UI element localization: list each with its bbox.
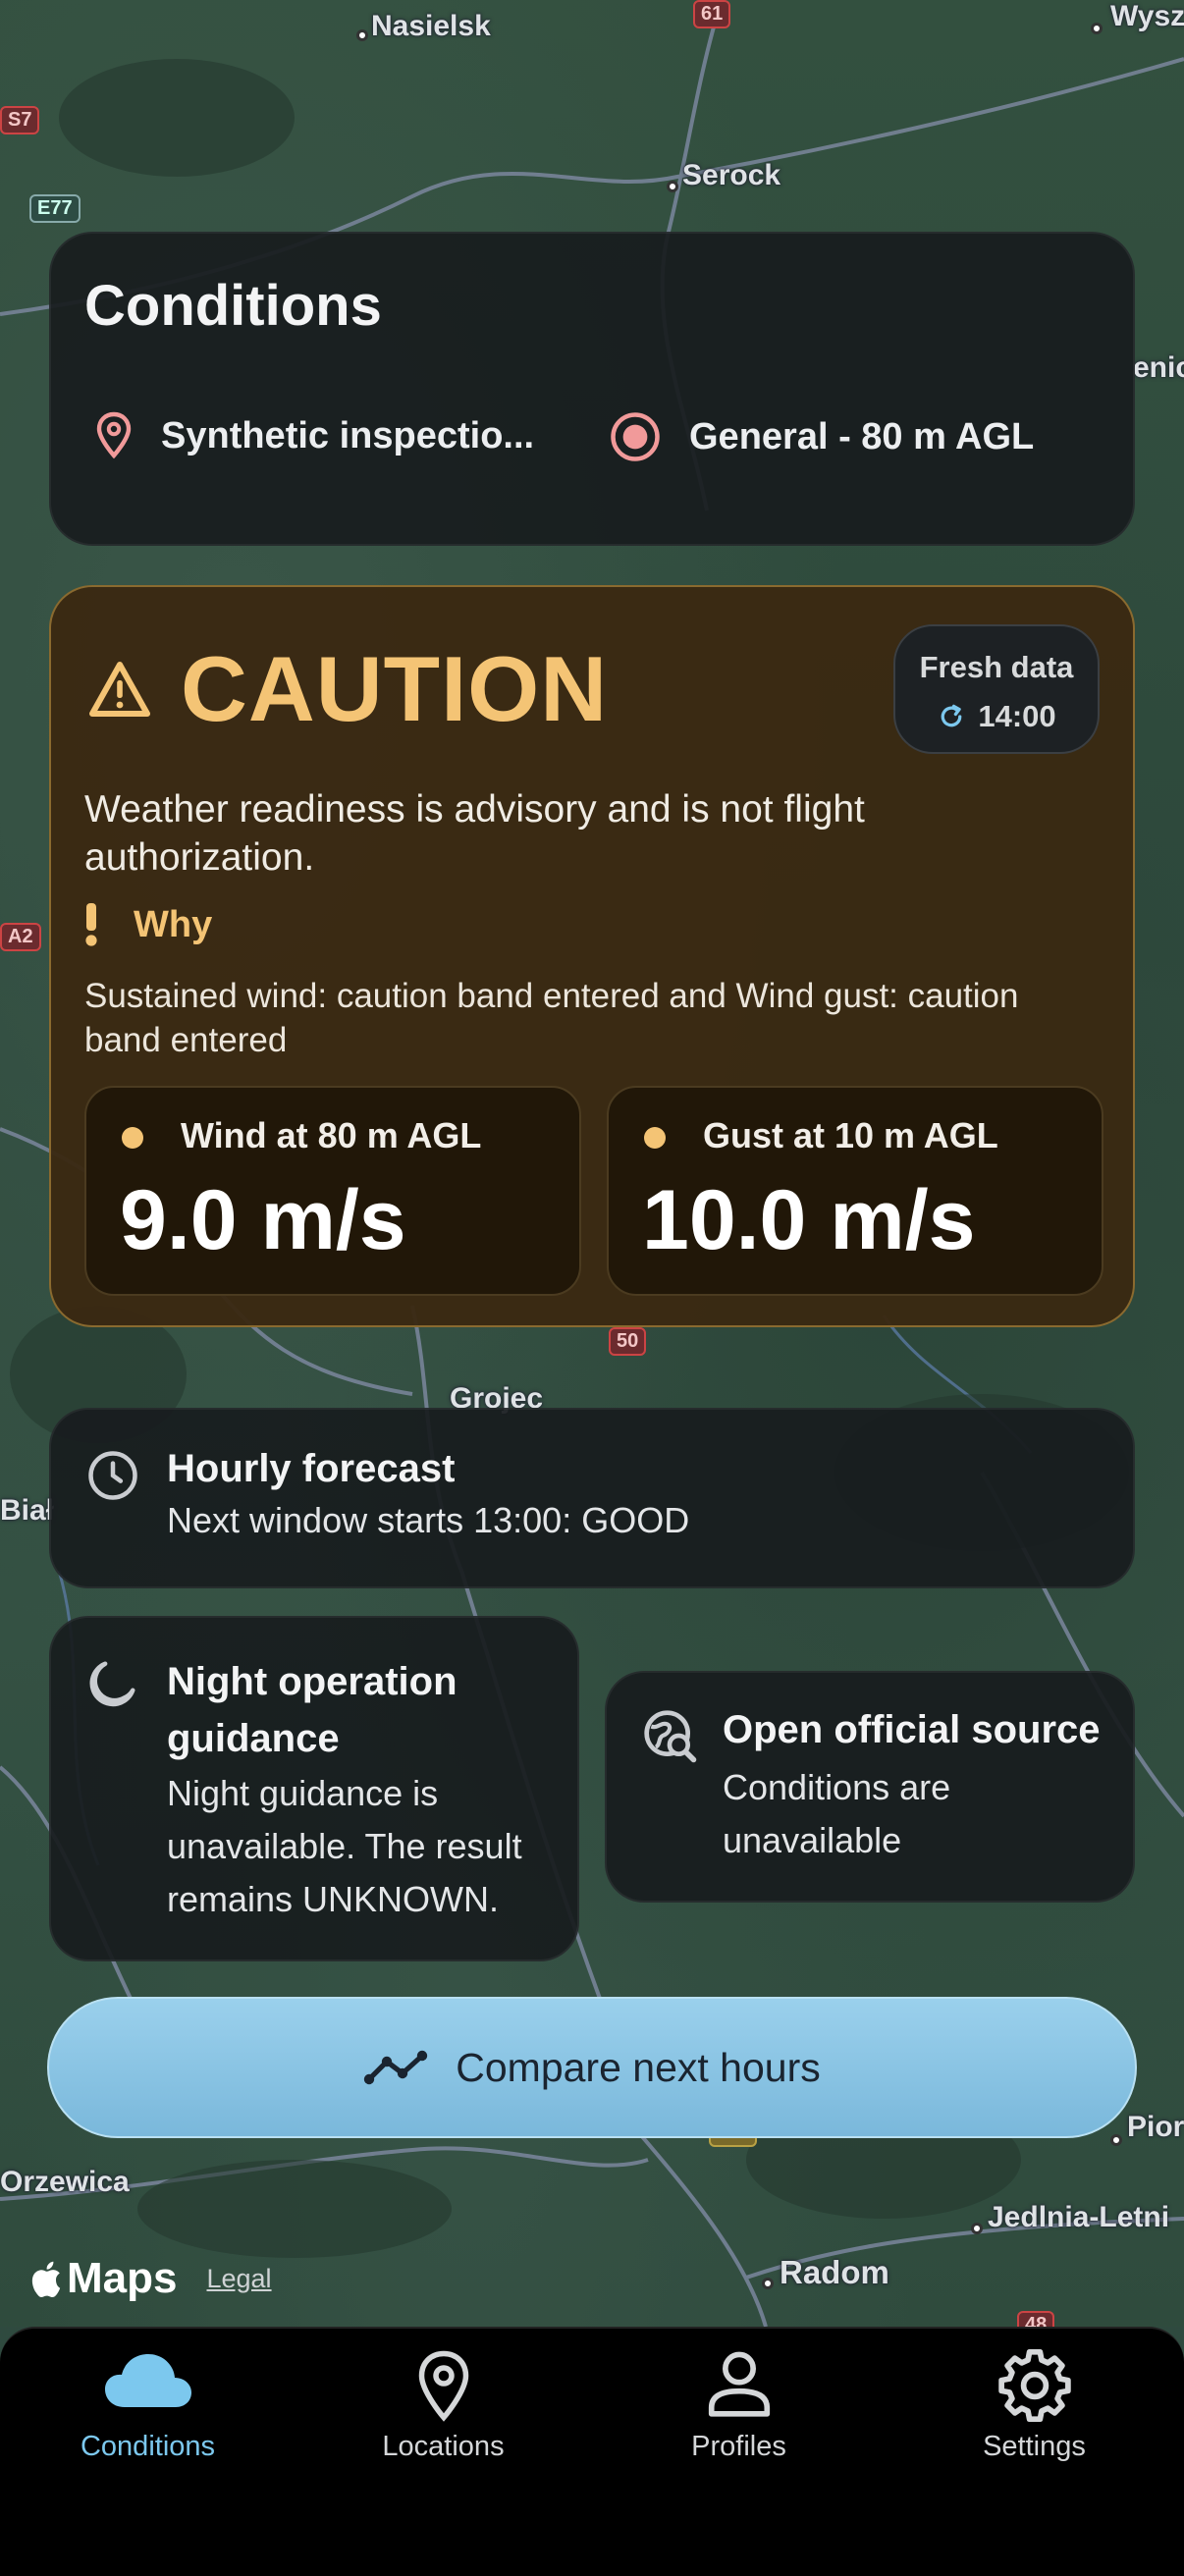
map-place-label: Serock (682, 159, 781, 191)
gear-icon (997, 2348, 1071, 2423)
official-source-subtitle: Conditions are unavailable (723, 1767, 951, 1860)
tab-label: Locations (382, 2431, 505, 2462)
status-heading: CAUTION (88, 636, 608, 742)
metric-value: 9.0 m/s (120, 1173, 406, 1267)
profile-chip[interactable]: General - 80 m AGL (609, 410, 1034, 463)
road-shield: S7 (0, 106, 40, 134)
moon-icon (89, 1661, 135, 1707)
tab-settings[interactable]: Settings (887, 2329, 1182, 2476)
status-dot (644, 1127, 666, 1149)
location-pin-icon (418, 2350, 468, 2422)
person-icon (708, 2351, 770, 2417)
apple-logo-icon (31, 2261, 61, 2297)
trend-line-icon (364, 2050, 428, 2085)
tab-label: Conditions (80, 2431, 216, 2462)
metric-label: Gust at 10 m AGL (703, 1115, 998, 1155)
metric-value: 10.0 m/s (642, 1173, 976, 1267)
fresh-data-time: 14:00 (978, 699, 1056, 733)
night-guidance-title: Night operation guidance (167, 1660, 457, 1760)
hourly-forecast-title: Hourly forecast (167, 1447, 456, 1490)
road-shield: 50 (609, 1327, 647, 1356)
why-heading: Why (84, 903, 212, 946)
why-label: Why (134, 903, 213, 945)
map-place-label: Biał (0, 1494, 55, 1527)
map-place-dot (762, 2278, 774, 2289)
map-place-dot (1110, 2134, 1122, 2146)
tab-bar: Conditions Locations Profiles Settings (0, 2327, 1184, 2576)
status-title: CAUTION (181, 637, 609, 740)
tab-label: Profiles (691, 2431, 786, 2462)
maps-brand: Maps (67, 2254, 178, 2302)
map-place-label: Pior (1127, 2111, 1184, 2143)
tab-label: Settings (983, 2431, 1086, 2462)
night-guidance-subtitle: Night guidance is unavailable. The resul… (167, 1773, 522, 1919)
clock-icon (88, 1451, 137, 1500)
map-place-label: Radom (780, 2254, 889, 2290)
road-shield: E77 (29, 194, 81, 223)
map-place-label: Jedlnia-Letni (988, 2201, 1170, 2233)
caution-card: CAUTION Fresh data 14:00 Weather readine… (49, 585, 1135, 1327)
hourly-forecast-subtitle: Next window starts 13:00: GOOD (167, 1500, 690, 1540)
night-guidance-card[interactable]: Night operation guidance Night guidance … (49, 1616, 579, 1961)
map-place-label: Wysz (1110, 0, 1184, 32)
globe-search-icon (644, 1710, 697, 1763)
official-source-card[interactable]: Open official source Conditions are unav… (605, 1671, 1135, 1903)
metric-label: Wind at 80 m AGL (181, 1115, 482, 1155)
fresh-data-time-row: 14:00 (895, 699, 1098, 734)
legal-link[interactable]: Legal (206, 2264, 271, 2294)
page-title: Conditions (84, 274, 382, 338)
warning-triangle-icon (89, 662, 150, 717)
location-name: Synthetic inspectio... (161, 414, 535, 456)
compare-button-label: Compare next hours (456, 2044, 821, 2090)
map-place-label: enic (1133, 351, 1184, 384)
refresh-icon (942, 704, 962, 727)
maps-attribution: Maps Legal (29, 2254, 272, 2303)
tab-locations[interactable]: Locations (296, 2329, 591, 2476)
location-chip[interactable]: Synthetic inspectio... (90, 410, 534, 461)
location-pin-icon (96, 411, 132, 459)
road-shield: 61 (693, 0, 731, 28)
status-dot (122, 1127, 143, 1149)
map-place-dot (356, 29, 368, 41)
fresh-data-label: Fresh data (919, 650, 1074, 684)
cloud-icon (104, 2354, 191, 2407)
conditions-card: Conditions Synthetic inspectio... Genera… (49, 232, 1135, 546)
why-reason-text: Sustained wind: caution band entered and… (84, 977, 1019, 1059)
map-place-dot (1091, 23, 1103, 34)
map-place-dot (667, 181, 678, 192)
official-source-title: Open official source (723, 1708, 1101, 1751)
map-place-label: Nasielsk (371, 10, 491, 42)
profile-name: General - 80 m AGL (689, 415, 1035, 457)
target-icon (611, 412, 660, 461)
wind-metric-tile: Wind at 80 m AGL 9.0 m/s (84, 1086, 581, 1296)
hourly-forecast-card[interactable]: Hourly forecast Next window starts 13:00… (49, 1408, 1135, 1588)
exclamation-icon (85, 903, 97, 946)
advisory-text: Weather readiness is advisory and is not… (84, 788, 865, 879)
tab-profiles[interactable]: Profiles (591, 2329, 887, 2476)
map-place-label: Orzewica (0, 2166, 130, 2198)
compare-next-hours-button[interactable]: Compare next hours (47, 1997, 1137, 2138)
tab-conditions[interactable]: Conditions (0, 2329, 296, 2476)
road-shield: A2 (0, 923, 41, 951)
gust-metric-tile: Gust at 10 m AGL 10.0 m/s (607, 1086, 1103, 1296)
fresh-data-badge[interactable]: Fresh data 14:00 (893, 624, 1100, 754)
map-place-dot (971, 2223, 983, 2234)
